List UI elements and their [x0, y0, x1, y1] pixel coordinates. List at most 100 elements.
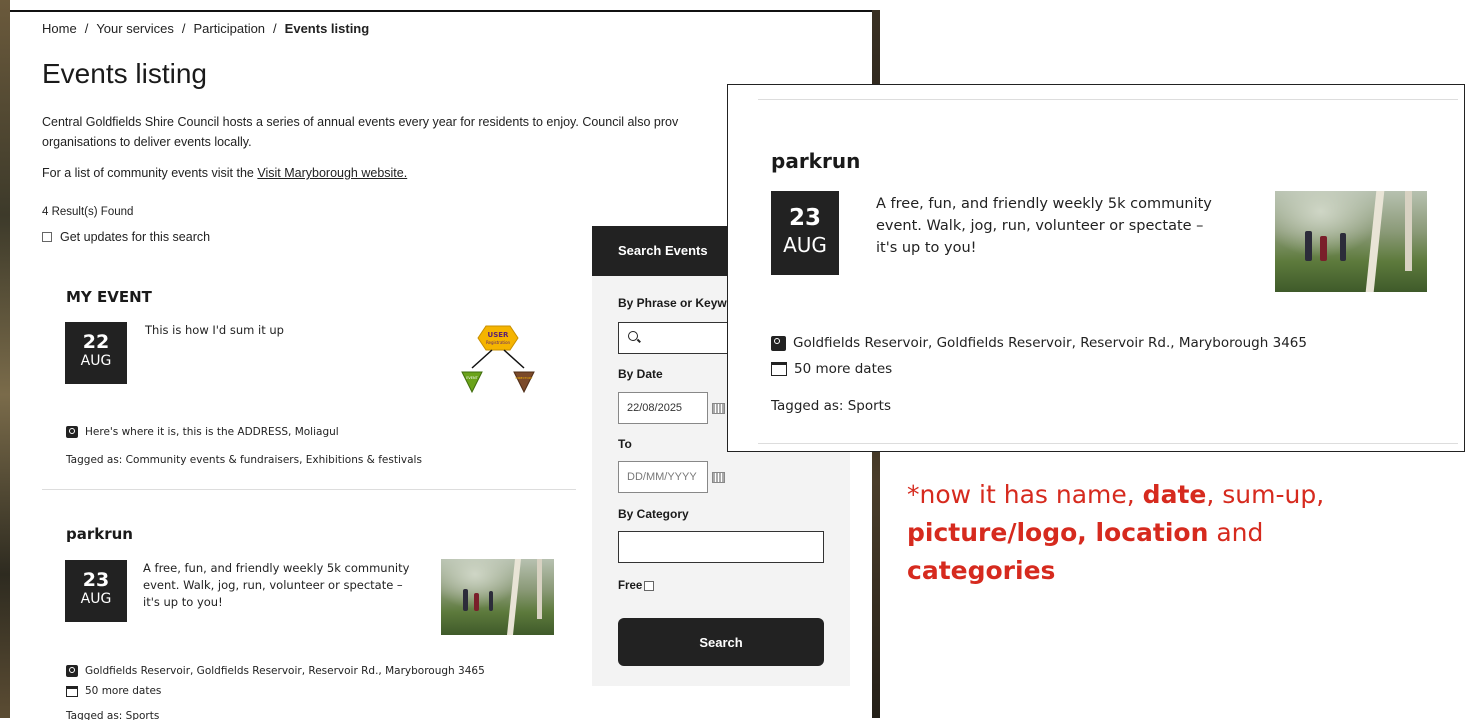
event-location-text: Here's where it is, this is the ADDRESS,… [85, 426, 339, 438]
summary-line-1: A free, fun, and friendly weekly 5k comm… [143, 561, 410, 575]
annotation-categories: categories [907, 556, 1056, 585]
tree-trunk [537, 559, 542, 619]
logo-arrow-right [503, 349, 525, 369]
summary-line-1: A free, fun, and friendly weekly 5k comm… [876, 196, 1212, 212]
event-day: 22 [82, 331, 110, 353]
event-title-parkrun[interactable]: parkrun [66, 525, 133, 543]
tree-trunk [1405, 191, 1412, 271]
calendar-icon [66, 685, 78, 697]
event-title-parkrun[interactable]: parkrun [771, 149, 860, 173]
tree-trunk [507, 559, 521, 635]
intro-line-1: Central Goldfields Shire Council hosts a… [42, 115, 679, 129]
breadcrumb: Home / Your services / Participation / Events … [42, 21, 369, 36]
summary-line-3: it's up to you! [876, 240, 977, 256]
breadcrumb-your-services[interactable]: Your services [96, 21, 174, 36]
runner [474, 593, 479, 611]
logo-registration-text: Registration [486, 340, 511, 345]
runner [463, 589, 468, 611]
background-photo-edge [0, 0, 10, 718]
breadcrumb-separator: / [84, 21, 89, 36]
visit-line: For a list of community events visit the… [42, 166, 407, 180]
event-location-text: Goldfields Reservoir, Goldfields Reservo… [85, 665, 485, 677]
event-tags: Tagged as: Community events & fundraiser… [66, 454, 422, 466]
search-button[interactable]: Search [618, 618, 824, 666]
get-updates-label: Get updates for this search [60, 230, 211, 244]
category-input[interactable] [618, 531, 824, 563]
event-month: AUG [80, 591, 112, 607]
annotation-part-3: and [1208, 518, 1264, 547]
runner [489, 591, 493, 611]
more-dates-text: 50 more dates [85, 685, 162, 697]
event-summary: A free, fun, and friendly weekly 5k comm… [876, 193, 1212, 259]
more-dates-text: 50 more dates [794, 361, 893, 377]
event-date-badge: 23 AUG [65, 560, 127, 622]
annotation-date: date [1142, 480, 1207, 509]
event-month: AUG [783, 233, 827, 257]
date-label: By Date [618, 367, 663, 381]
event-month: AUG [80, 353, 112, 369]
get-updates-option[interactable]: Get updates for this search [42, 230, 210, 244]
event-location: Goldfields Reservoir, Goldfields Reservo… [66, 665, 485, 677]
card-bottom-divider [758, 443, 1458, 444]
page-title: Events listing [42, 58, 207, 89]
free-checkbox[interactable] [644, 581, 655, 591]
runner [1320, 236, 1327, 261]
zoomed-event-card: parkrun 23 AUG A free, fun, and friendly… [727, 84, 1465, 452]
intro-line-2: organisations to deliver events locally. [42, 135, 252, 149]
event-day: 23 [82, 569, 110, 591]
logo-directory-text: DIRECTORY [515, 376, 532, 380]
location-pin-icon [66, 665, 78, 677]
category-label: By Category [618, 507, 689, 521]
date-to-input[interactable]: DD/MM/YYYY [618, 461, 708, 493]
search-events-heading: Search Events [618, 243, 708, 258]
event-date-badge: 23 AUG [771, 191, 839, 275]
parkrun-photo [441, 559, 554, 635]
summary-line-3: it's up to you! [143, 595, 223, 609]
breadcrumb-participation[interactable]: Participation [194, 21, 266, 36]
user-registration-logo: USER Registration EVENT DIRECTORY [461, 325, 535, 394]
logo-event-text: EVENT [466, 376, 478, 380]
annotation-note: *now it has name, date, sum-up, picture/… [907, 476, 1367, 590]
annotation-part-2: , sum-up, [1206, 480, 1325, 509]
event-title-my-event[interactable]: MY EVENT [66, 288, 152, 306]
event-divider [42, 489, 576, 490]
visit-text: For a list of community events visit the [42, 166, 258, 180]
event-location-text: Goldfields Reservoir, Goldfields Reservo… [793, 335, 1307, 351]
more-dates[interactable]: 50 more dates [66, 685, 161, 697]
event-location: Here's where it is, this is the ADDRESS,… [66, 426, 339, 438]
logo-arrow-left [471, 349, 493, 369]
visit-maryborough-link[interactable]: Visit Maryborough website. [257, 166, 407, 180]
logo-event-triangle [461, 371, 483, 394]
date-from-input[interactable]: 22/08/2025 [618, 392, 708, 424]
calendar-icon [771, 362, 787, 376]
results-count: 4 Result(s) Found [42, 206, 134, 218]
event-date-badge: 22 AUG [65, 322, 127, 384]
location-pin-icon [66, 426, 78, 438]
calendar-picker-icon[interactable] [712, 472, 725, 483]
get-updates-checkbox[interactable] [42, 232, 52, 242]
search-icon [628, 331, 638, 341]
location-pin-icon [771, 335, 786, 351]
breadcrumb-home[interactable]: Home [42, 21, 77, 36]
annotation-picture-location: picture/logo, location [907, 518, 1209, 547]
runner [1305, 231, 1312, 261]
breadcrumb-separator: / [181, 21, 186, 36]
card-top-divider [758, 99, 1458, 100]
tree-trunk [1365, 191, 1385, 292]
event-tags: Tagged as: Sports [771, 398, 892, 414]
calendar-picker-icon[interactable] [712, 403, 725, 414]
free-label: Free [618, 580, 643, 592]
breadcrumb-separator: / [273, 21, 277, 36]
event-tags: Tagged as: Sports [66, 710, 160, 720]
event-summary: This is how I'd sum it up [145, 323, 284, 337]
event-location: Goldfields Reservoir, Goldfields Reservo… [771, 335, 1307, 351]
event-summary: A free, fun, and friendly weekly 5k comm… [143, 560, 409, 611]
parkrun-photo [1275, 191, 1427, 292]
event-day: 23 [788, 205, 821, 231]
free-option[interactable]: Free [618, 580, 655, 592]
logo-directory-triangle [513, 371, 535, 394]
breadcrumb-current: Events listing [284, 21, 370, 36]
phrase-label: By Phrase or Keyw [618, 296, 727, 310]
more-dates[interactable]: 50 more dates [771, 361, 892, 377]
runner [1340, 233, 1346, 261]
